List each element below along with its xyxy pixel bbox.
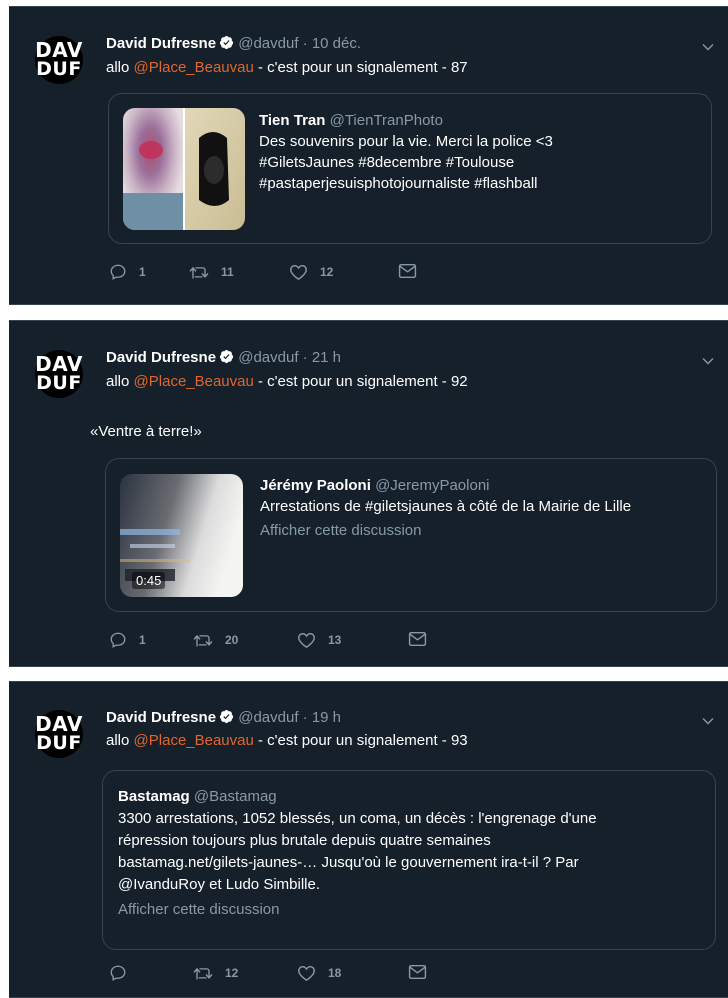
tweet-time[interactable]: 21 h xyxy=(312,349,341,366)
reply-icon xyxy=(110,264,126,280)
verified-icon xyxy=(219,349,234,364)
tweet-time[interactable]: 10 déc. xyxy=(312,35,361,52)
reply-button[interactable]: 1 xyxy=(109,263,146,281)
like-button[interactable]: 13 xyxy=(297,631,341,649)
quoted-video[interactable]: 0:45 xyxy=(120,474,243,597)
author-name[interactable]: David Dufresne xyxy=(106,349,216,366)
quoted-text: Bastamag @Bastamag 3300 arrestations, 10… xyxy=(118,786,597,921)
quoted-author-name[interactable]: Bastamag xyxy=(118,788,190,805)
tweet-card-2[interactable]: DAV DUF David Dufresne @davduf · 21 h al… xyxy=(9,320,728,667)
video-duration: 0:45 xyxy=(132,572,166,589)
direct-message-icon xyxy=(408,964,427,980)
quoted-author-handle[interactable]: @JeremyPaoloni xyxy=(375,477,489,494)
show-thread-link[interactable]: Afficher cette discussion xyxy=(118,899,597,921)
tweet-header: David Dufresne @davduf · 10 déc. xyxy=(106,35,362,52)
mention-link[interactable]: @Place_Beauvau xyxy=(134,59,254,76)
retweet-button[interactable]: 12 xyxy=(193,964,238,982)
like-button[interactable]: 12 xyxy=(289,263,333,281)
author-handle[interactable]: @davduf xyxy=(238,709,298,726)
verified-icon xyxy=(219,35,234,50)
like-icon xyxy=(290,264,307,280)
tweet-card-1[interactable]: DAV DUF David Dufresne @davduf · 10 déc.… xyxy=(9,6,728,305)
direct-message-button[interactable] xyxy=(408,964,439,980)
quoted-text: Jérémy Paoloni @JeremyPaoloni Arrestatio… xyxy=(260,477,632,541)
author-name[interactable]: David Dufresne xyxy=(106,35,216,52)
quoted-text: Tien Tran @TienTranPhoto Des souvenirs p… xyxy=(259,112,553,192)
tweet-text: allo @Place_Beauvau - c'est pour un sign… xyxy=(106,732,468,749)
author-handle[interactable]: @davduf xyxy=(238,349,298,366)
retweet-button[interactable]: 20 xyxy=(193,631,238,649)
mention-link[interactable]: @Place_Beauvau xyxy=(134,373,254,390)
mention-link[interactable]: @Place_Beauvau xyxy=(134,732,254,749)
direct-message-button[interactable] xyxy=(398,263,429,279)
like-icon xyxy=(298,965,315,981)
like-button[interactable]: 18 xyxy=(297,964,341,982)
quoted-photo[interactable] xyxy=(123,108,245,230)
tweet-comment: «Ventre à terre!» xyxy=(90,423,202,440)
avatar[interactable]: DAV DUF xyxy=(35,36,83,84)
retweet-icon xyxy=(189,266,209,279)
tweet-card-3[interactable]: DAV DUF David Dufresne @davduf · 19 h al… xyxy=(9,681,728,998)
reply-icon xyxy=(110,632,126,648)
author-handle[interactable]: @davduf xyxy=(238,35,298,52)
tweet-text: allo @Place_Beauvau - c'est pour un sign… xyxy=(106,59,468,76)
like-icon xyxy=(298,632,315,648)
chevron-down-icon[interactable] xyxy=(702,41,714,53)
author-name[interactable]: David Dufresne xyxy=(106,709,216,726)
avatar[interactable]: DAV DUF xyxy=(35,710,83,758)
direct-message-icon xyxy=(408,631,427,647)
chevron-down-icon[interactable] xyxy=(702,355,714,367)
photo-image xyxy=(123,108,245,230)
reply-icon xyxy=(110,965,126,981)
reply-button[interactable]: 1 xyxy=(109,631,146,649)
tweet-header: David Dufresne @davduf · 21 h xyxy=(106,349,342,366)
retweet-icon xyxy=(193,967,213,980)
avatar[interactable]: DAV DUF xyxy=(35,350,83,398)
show-thread-link[interactable]: Afficher cette discussion xyxy=(260,520,631,541)
quoted-tweet[interactable]: 0:45 Jérémy Paoloni @JeremyPaoloni Arres… xyxy=(105,458,717,612)
verified-icon xyxy=(219,709,234,724)
chevron-down-icon[interactable] xyxy=(702,715,714,727)
direct-message-icon xyxy=(398,263,417,279)
tweet-time[interactable]: 19 h xyxy=(312,709,341,726)
retweet-icon xyxy=(193,634,213,647)
direct-message-button[interactable] xyxy=(408,631,439,647)
quoted-author-name[interactable]: Tien Tran xyxy=(259,112,325,129)
tweet-header: David Dufresne @davduf · 19 h xyxy=(106,709,342,726)
quoted-author-name[interactable]: Jérémy Paoloni xyxy=(260,477,371,494)
reply-button[interactable] xyxy=(109,964,139,982)
quoted-author-handle[interactable]: @TienTranPhoto xyxy=(330,112,443,129)
quoted-tweet[interactable]: Bastamag @Bastamag 3300 arrestations, 10… xyxy=(102,770,716,950)
quoted-author-handle[interactable]: @Bastamag xyxy=(194,788,277,805)
tweet-text: allo @Place_Beauvau - c'est pour un sign… xyxy=(106,373,468,390)
quoted-tweet[interactable]: Tien Tran @TienTranPhoto Des souvenirs p… xyxy=(108,93,712,244)
retweet-button[interactable]: 11 xyxy=(189,263,234,281)
